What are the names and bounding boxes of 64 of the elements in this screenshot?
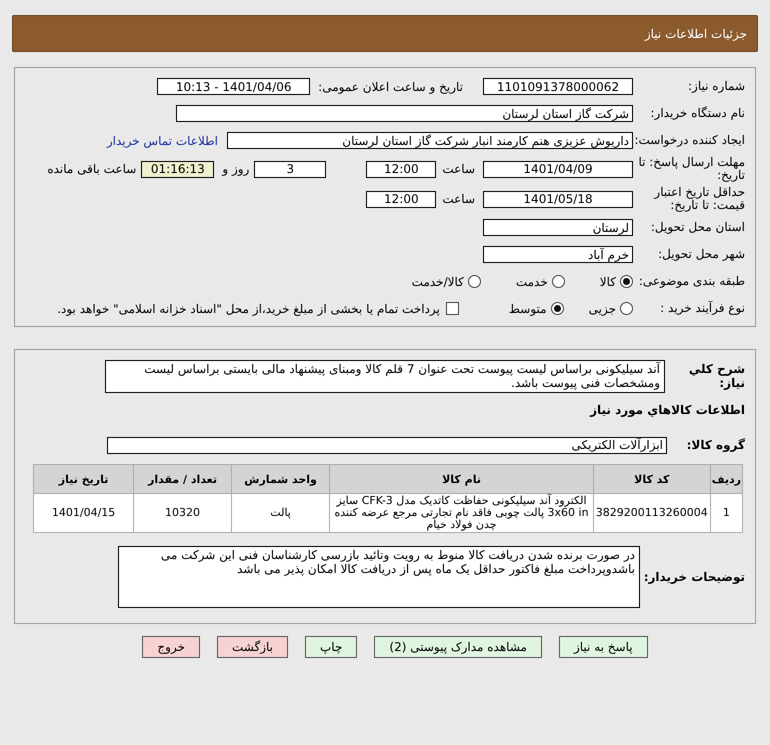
action-button[interactable]: پاسخ به نیاز — [558, 636, 648, 658]
radio-button[interactable] — [552, 275, 565, 288]
field-label: ساعت باقی مانده — [47, 162, 136, 176]
action-button[interactable]: بازگشت — [217, 636, 288, 658]
field-label: شهر محل تحویل: — [657, 248, 745, 261]
checkbox[interactable] — [446, 302, 459, 315]
column-header: نام کالا — [330, 464, 594, 494]
radio-label: متوسط — [508, 302, 547, 316]
section-title: اطلاعات کالاهاي مورد نياز — [588, 403, 745, 417]
remaining-time-field: 01:16:13 — [141, 160, 214, 178]
description-field: آند سیلیکونی براساس لیست پیوست تحت عنوان 7 قلم کالا ومبنای پیشنهاد مالی بایستی براساس لیست ومشخصات فنی پیوست باشد. — [105, 360, 665, 392]
field-label: نام دستگاه خریدار: — [650, 107, 745, 120]
table-cell: 1401/04/15 — [34, 494, 134, 532]
goods-group-field: ابزارآلات الکتریکی — [107, 436, 667, 454]
field-label: توضیحات خریدار: — [642, 570, 745, 584]
table-cell: 10320 — [134, 494, 232, 532]
column-header: ردیف — [710, 464, 742, 494]
field-label: ایجاد کننده درخواست: — [633, 134, 745, 147]
field-label: طبقه بندی موضوعی: — [638, 275, 745, 288]
field-label: مهلت ارسال پاسخ: تا تاریخ: — [637, 156, 745, 182]
table-cell: 3829200113260004 — [593, 494, 710, 532]
time-field: 12:00 — [366, 190, 436, 208]
column-header: تعداد / مقدار — [134, 464, 232, 494]
requester-field: داریوش عزیزی هنم کارمند انبار شرکت گاز استان لرستان — [227, 132, 633, 149]
announce-date-field: 1401/04/06 - 10:13 — [157, 78, 310, 95]
days-field: 3 — [254, 160, 326, 178]
field-label: استان محل تحویل: — [650, 221, 745, 234]
column-header: واحد شمارش — [231, 464, 330, 494]
radio-label: کالا/خدمت — [412, 274, 464, 288]
column-header: کد کالا — [593, 464, 710, 494]
field-label: ساعت — [442, 162, 475, 176]
time-field: 12:00 — [366, 160, 436, 178]
field-label: شماره نیاز: — [687, 80, 745, 93]
action-button[interactable]: خروج — [142, 636, 200, 658]
radio-label: کالا — [600, 274, 616, 288]
field-label: گروه کالا: — [686, 438, 745, 452]
buyer-contact-link[interactable]: اطلاعات تماس خریدار — [106, 134, 218, 148]
radio-label: جزیی — [588, 302, 616, 316]
date-field: 1401/05/18 — [483, 190, 633, 208]
date-field: 1401/04/09 — [483, 160, 633, 178]
table-cell: پالت — [231, 494, 330, 532]
radio-button[interactable] — [550, 302, 564, 315]
field-label: تاریخ و ساعت اعلان عمومی: — [318, 80, 463, 94]
radio-button[interactable] — [620, 302, 633, 315]
table-cell: الکترود آند سیلیکونی حفاظت کاتدیک مدل CFK-3 سایز 3x60 in پالت چوبی فاقد نام تجارتی مرجع عرضه کننده چدن فولاد خیام — [330, 494, 594, 532]
checkbox-label: پرداخت تمام یا بخشی از مبلغ خرید،از محل "اسناد خزانه اسلامی" خواهد بود. — [57, 302, 440, 316]
field-label: حداقل تاریخ اعتبار قیمت: تا تاریخ: — [652, 186, 745, 212]
action-button[interactable]: چاپ — [305, 636, 358, 658]
field-label: شرح کلي نياز: — [688, 362, 745, 390]
field-label: ساعت — [442, 192, 475, 206]
field-label: نوع فرآیند خرید : — [659, 302, 745, 315]
radio-button[interactable] — [620, 275, 633, 288]
province-field: لرستان — [483, 219, 633, 236]
need-number-field: 1101091378000062 — [483, 78, 633, 95]
field-label: روز و — [222, 162, 250, 176]
column-header: تاریخ نیاز — [34, 464, 134, 494]
buyer-notes-field: در صورت برنده شدن دریافت کالا منوط به رویت وتائید بازرسی کارشناسان فنی این شرکت می باشدوپرداخت مبلغ فاکتور حداقل یک ماه پس از دریافت کالا امکان پذیر می باشد — [118, 546, 640, 608]
radio-label: خدمت — [516, 274, 548, 288]
page-title: جزئیات اطلاعات نیاز — [644, 26, 747, 40]
city-field: خرم آباد — [483, 246, 633, 263]
radio-button[interactable] — [468, 275, 481, 288]
buyer-field: شرکت گاز استان لرستان — [176, 105, 633, 122]
action-button[interactable]: مشاهده مدارک پیوستی (2) — [374, 636, 542, 658]
table-cell: 1 — [710, 494, 742, 532]
